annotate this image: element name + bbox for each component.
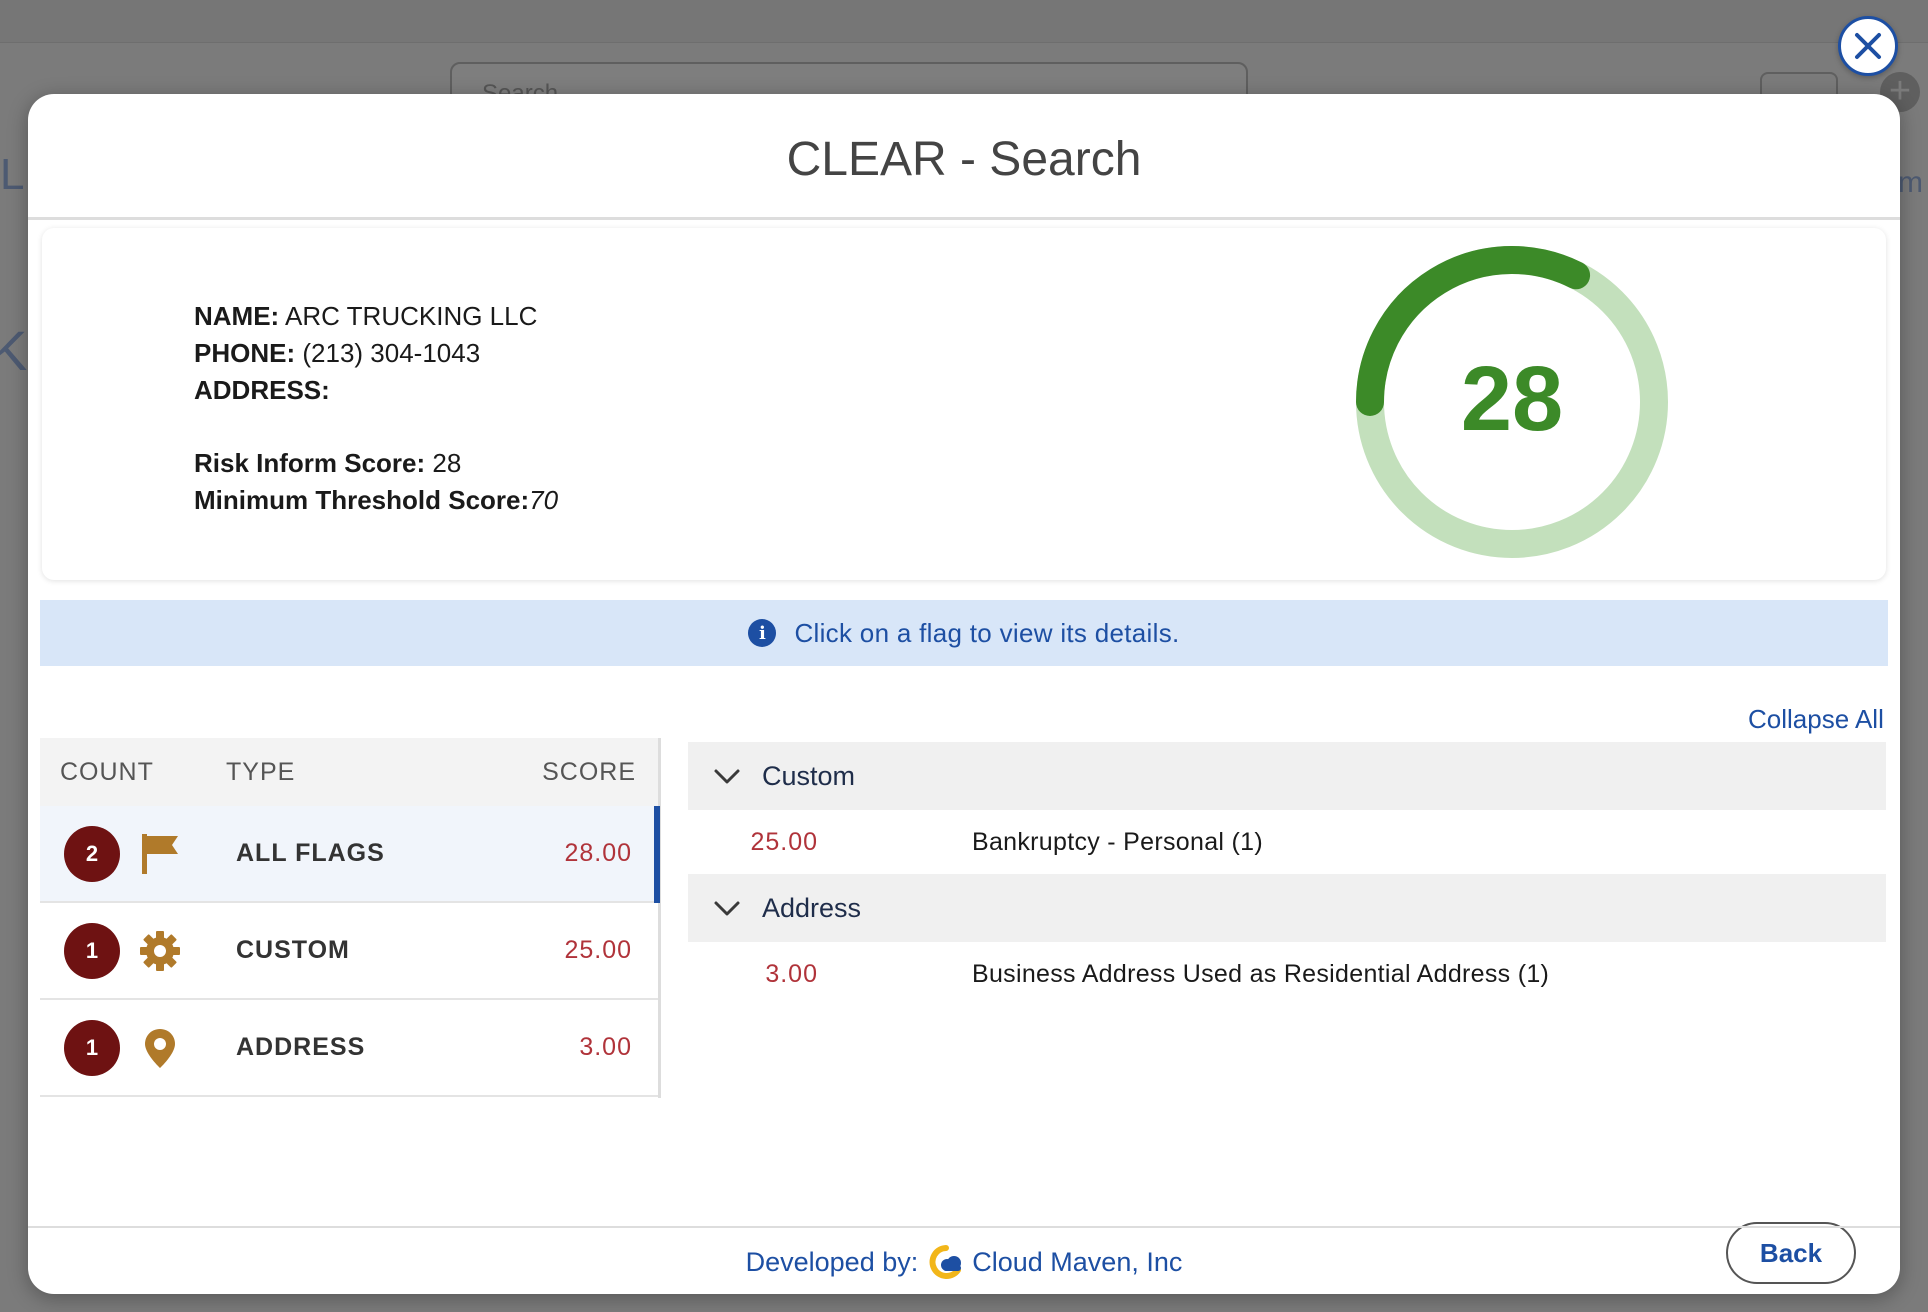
chevron-down-icon: [712, 893, 742, 923]
info-banner: i Click on a flag to view its details.: [40, 600, 1888, 666]
detail-row: 25.00 Bankruptcy - Personal (1): [688, 810, 1886, 874]
close-modal-button[interactable]: [1838, 16, 1898, 76]
risk-score-field: Risk Inform Score: 28: [194, 445, 558, 482]
address-label: ADDRESS:: [194, 375, 330, 405]
modal-footer: Developed by: Cloud Maven, Inc: [28, 1226, 1900, 1294]
flag-score-value: 28.00: [564, 839, 632, 867]
detail-description: Business Address Used as Residential Add…: [972, 959, 1550, 988]
flag-score-value: 3.00: [579, 1033, 632, 1061]
background-text-fragment: K: [0, 319, 28, 382]
flag-details-panel: Custom 25.00 Bankruptcy - Personal (1) A…: [688, 742, 1886, 1006]
gear-icon: [136, 927, 184, 975]
risk-score-label: Risk Inform Score:: [194, 448, 426, 478]
close-icon: [1855, 33, 1881, 59]
risk-score-value: 28: [432, 448, 462, 478]
name-field: NAME: ARC TRUCKING LLC: [194, 298, 558, 335]
flags-table: COUNT TYPE SCORE 2 ALL FLAGS 28.00 1 CUS…: [40, 738, 661, 1098]
detail-row: 3.00 Business Address Used as Residentia…: [688, 942, 1886, 1006]
entity-fields: NAME: ARC TRUCKING LLC PHONE: (213) 304-…: [194, 298, 558, 519]
clear-search-modal: CLEAR - Search NAME: ARC TRUCKING LLC PH…: [28, 94, 1900, 1294]
collapse-all-link[interactable]: Collapse All: [1748, 704, 1884, 735]
detail-score: 25.00: [750, 827, 818, 856]
flag-type-label: ADDRESS: [236, 1033, 366, 1061]
background-topbar: [0, 0, 1928, 43]
info-banner-text: Click on a flag to view its details.: [794, 617, 1180, 648]
group-header-address[interactable]: Address: [688, 874, 1886, 942]
address-field: ADDRESS:: [194, 372, 558, 409]
detail-score: 3.00: [765, 959, 818, 988]
column-header-count: COUNT: [60, 757, 154, 786]
flags-table-header: COUNT TYPE SCORE: [40, 738, 658, 806]
threshold-score-field: Minimum Threshold Score:70: [194, 482, 558, 519]
flag-icon: [136, 830, 184, 878]
background-text-fragment: m: [1898, 166, 1923, 199]
chevron-down-icon: [712, 761, 742, 791]
phone-field: PHONE: (213) 304-1043: [194, 335, 558, 372]
gauge-value: 28: [1461, 348, 1563, 450]
count-badge: 1: [64, 922, 120, 979]
risk-score-gauge: 28: [1356, 246, 1668, 558]
count-badge: 1: [64, 1019, 120, 1076]
footer-prefix: Developed by:: [745, 1246, 919, 1277]
threshold-score-value: 70: [529, 485, 559, 515]
column-header-type: TYPE: [226, 757, 296, 786]
flag-type-label: CUSTOM: [236, 936, 350, 964]
flag-row-all-flags[interactable]: 2 ALL FLAGS 28.00: [40, 806, 660, 903]
footer-company-link[interactable]: Cloud Maven, Inc: [972, 1247, 1182, 1278]
background-text-fragment: L: [0, 150, 25, 199]
modal-header: CLEAR - Search: [28, 94, 1900, 220]
phone-label: PHONE:: [194, 338, 296, 368]
column-header-score: SCORE: [542, 757, 636, 786]
cloud-maven-logo-icon: [929, 1245, 962, 1279]
flag-row-address[interactable]: 1 ADDRESS 3.00: [40, 1000, 658, 1097]
modal-title: CLEAR - Search: [786, 133, 1142, 186]
group-title: Address: [762, 892, 862, 923]
name-value: ARC TRUCKING LLC: [285, 301, 538, 331]
phone-value: (213) 304-1043: [302, 338, 481, 368]
group-title: Custom: [762, 760, 856, 791]
flag-type-label: ALL FLAGS: [236, 839, 385, 867]
group-header-custom[interactable]: Custom: [688, 742, 1886, 810]
flag-score-value: 25.00: [564, 936, 632, 964]
detail-description: Bankruptcy - Personal (1): [972, 827, 1263, 856]
name-label: NAME:: [194, 301, 280, 331]
flag-row-custom[interactable]: 1 CUSTOM 25.00: [40, 903, 658, 1000]
location-pin-icon: [136, 1024, 184, 1072]
modal-body: NAME: ARC TRUCKING LLC PHONE: (213) 304-…: [28, 220, 1900, 1284]
count-badge: 2: [64, 825, 120, 882]
info-icon: i: [748, 619, 777, 647]
threshold-score-label: Minimum Threshold Score:: [194, 485, 530, 515]
entity-info-card: NAME: ARC TRUCKING LLC PHONE: (213) 304-…: [42, 228, 1886, 580]
